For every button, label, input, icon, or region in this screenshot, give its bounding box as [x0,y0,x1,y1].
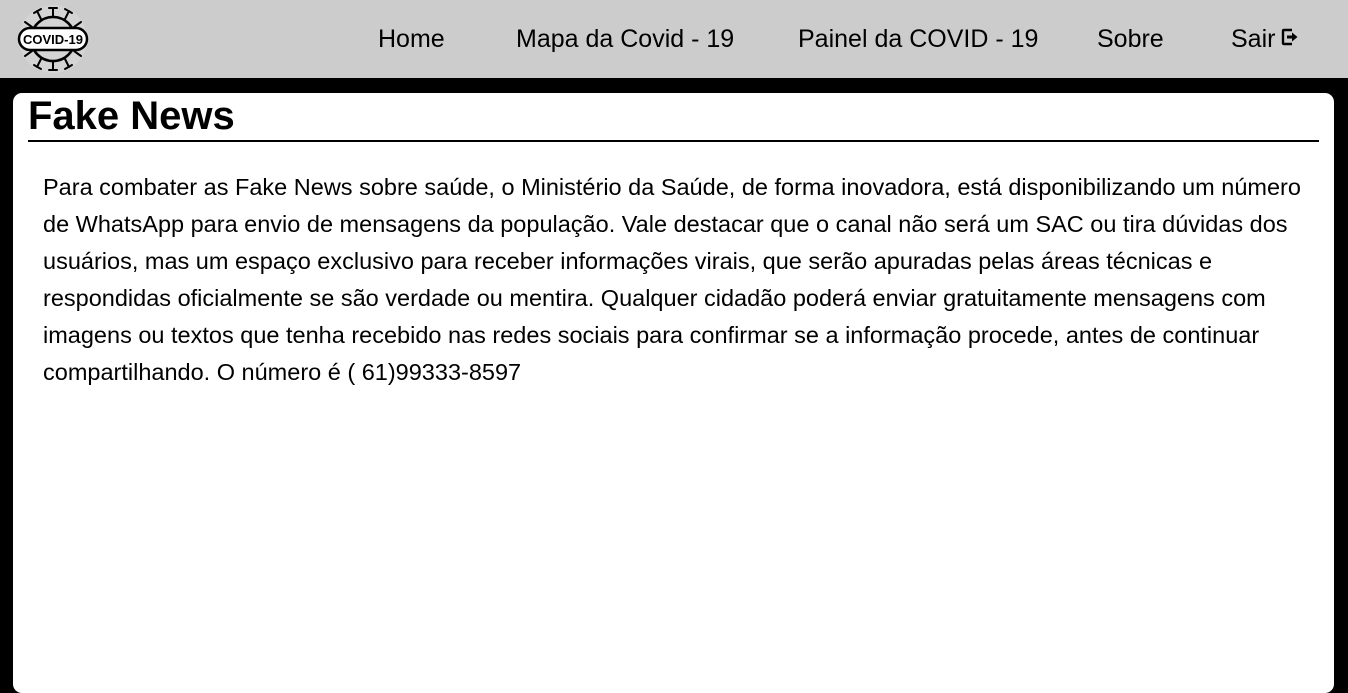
page-title: Fake News [28,94,235,138]
nav-sair-link[interactable]: Sair [1231,0,1299,78]
fake-news-card: Fake News Para combater as Fake News sob… [13,93,1334,693]
nav-home-link[interactable]: Home [378,0,445,78]
nav-painel-link[interactable]: Painel da COVID - 19 [798,0,1038,78]
nav-sair-label: Sair [1231,25,1276,53]
fake-news-paragraph: Para combater as Fake News sobre saúde, … [43,174,1301,385]
title-divider [28,140,1319,142]
nav-mapa-link[interactable]: Mapa da Covid - 19 [516,0,734,78]
top-navigation-bar: COVID-19 Home Mapa da Covid - 19 Painel … [0,0,1348,78]
logo-text: COVID-19 [23,32,83,47]
covid-virus-logo-icon: COVID-19 [17,5,89,73]
covid-logo[interactable]: COVID-19 [15,3,91,75]
exit-icon [1281,0,1299,78]
nav-sobre-link[interactable]: Sobre [1097,0,1164,78]
